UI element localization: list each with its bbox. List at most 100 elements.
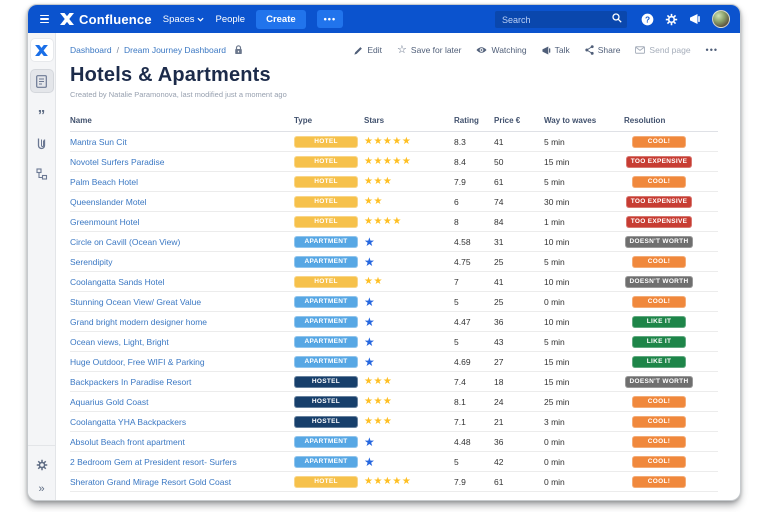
resolution-cell: COOL! bbox=[624, 135, 694, 148]
sidebar-pages-icon[interactable] bbox=[31, 70, 53, 92]
resolution-cell: COOL! bbox=[624, 475, 694, 488]
share-button[interactable]: Share bbox=[585, 45, 621, 55]
rating-cell: 5 bbox=[454, 337, 494, 347]
save-for-later-button[interactable]: ☆ Save for later bbox=[397, 45, 461, 55]
hamburger-menu-icon[interactable] bbox=[40, 15, 49, 24]
hotel-name-link[interactable]: Palm Beach Hotel bbox=[70, 177, 138, 187]
way-to-waves-cell: 25 min bbox=[544, 397, 624, 407]
resolution-cell: TOO EXPENSIVE bbox=[624, 215, 694, 228]
search-input[interactable] bbox=[495, 11, 627, 28]
restrictions-lock-icon[interactable] bbox=[234, 45, 243, 55]
price-cell: 24 bbox=[494, 397, 544, 407]
price-cell: 41 bbox=[494, 137, 544, 147]
stars-cell: ★★★ bbox=[364, 377, 454, 387]
stars-cell: ★ bbox=[364, 237, 454, 247]
nav-people[interactable]: People bbox=[215, 14, 245, 25]
column-header-stars: Stars bbox=[364, 116, 454, 125]
resolution-badge: COOL! bbox=[632, 176, 686, 188]
type-cell: HOTEL bbox=[294, 215, 364, 228]
create-more-button[interactable]: ••• bbox=[317, 10, 343, 28]
table-row: Sheraton Grand Mirage Resort Gold Coast … bbox=[70, 472, 718, 492]
user-avatar[interactable] bbox=[712, 10, 730, 28]
hotel-name-link[interactable]: Ocean views, Light, Bright bbox=[70, 337, 169, 347]
hotel-name-link[interactable]: Queenslander Motel bbox=[70, 197, 147, 207]
type-badge: APARTMENT bbox=[294, 316, 358, 328]
page-byline: Created by Natalie Paramonova, last modi… bbox=[70, 90, 718, 99]
nav-spaces[interactable]: Spaces bbox=[163, 14, 205, 25]
hotel-name-link[interactable]: Novotel Surfers Paradise bbox=[70, 157, 165, 167]
hotel-name-link[interactable]: Backpackers In Paradise Resort bbox=[70, 377, 191, 387]
search-icon bbox=[612, 13, 622, 23]
way-to-waves-cell: 0 min bbox=[544, 437, 624, 447]
resolution-cell: COOL! bbox=[624, 395, 694, 408]
hotel-name-link[interactable]: Mantra Sun Cit bbox=[70, 137, 127, 147]
hotel-name-link[interactable]: Sheraton Grand Mirage Resort Gold Coast bbox=[70, 477, 231, 487]
edit-button[interactable]: Edit bbox=[354, 45, 382, 55]
type-cell: HOTEL bbox=[294, 475, 364, 488]
price-cell: 18 bbox=[494, 377, 544, 387]
hotel-name-link[interactable]: Coolangatta Sands Hotel bbox=[70, 277, 165, 287]
resolution-badge: COOL! bbox=[632, 136, 686, 148]
expand-sidebar-icon[interactable]: » bbox=[38, 484, 44, 494]
hotel-name-cell: Ocean views, Light, Bright bbox=[70, 337, 294, 347]
resolution-badge: TOO EXPENSIVE bbox=[626, 216, 693, 228]
type-cell: APARTMENT bbox=[294, 455, 364, 468]
hotel-name-cell: Circle on Cavill (Ocean View) bbox=[70, 237, 294, 247]
breadcrumb-dashboard-link[interactable]: Dashboard bbox=[70, 45, 112, 55]
confluence-logo[interactable]: Confluence bbox=[60, 12, 152, 27]
type-badge: HOSTEL bbox=[294, 416, 358, 428]
hotel-name-link[interactable]: Absolut Beach front apartment bbox=[70, 437, 185, 447]
hotel-name-link[interactable]: Greenmount Hotel bbox=[70, 217, 139, 227]
announcements-megaphone-icon[interactable] bbox=[689, 13, 701, 25]
hotel-name-link[interactable]: Huge Outdoor, Free WIFI & Parking bbox=[70, 357, 205, 367]
settings-gear-icon[interactable] bbox=[665, 13, 678, 26]
type-badge: HOTEL bbox=[294, 216, 358, 228]
resolution-cell: COOL! bbox=[624, 295, 694, 308]
table-body: Mantra Sun Cit HOTEL ★★★★★ 8.3 41 5 min … bbox=[70, 132, 718, 492]
way-to-waves-cell: 1 min bbox=[544, 217, 624, 227]
hotel-name-link[interactable]: Stunning Ocean View/ Great Value bbox=[70, 297, 201, 307]
talk-button[interactable]: Talk bbox=[542, 45, 570, 55]
hotel-name-link[interactable]: Coolangatta YHA Backpackers bbox=[70, 417, 186, 427]
page-content: Dashboard / Dream Journey Dashboard Edit… bbox=[56, 33, 740, 501]
stars-cell: ★ bbox=[364, 257, 454, 267]
send-page-button: Send page bbox=[635, 45, 690, 55]
hotel-name-cell: Absolut Beach front apartment bbox=[70, 437, 294, 447]
table-row: Novotel Surfers Paradise HOTEL ★★★★★ 8.4… bbox=[70, 152, 718, 172]
envelope-icon bbox=[635, 46, 645, 54]
sidebar-page-tree-icon[interactable] bbox=[31, 163, 53, 185]
table-row: Absolut Beach front apartment APARTMENT … bbox=[70, 432, 718, 452]
page-more-actions-button[interactable]: ••• bbox=[706, 45, 718, 55]
create-button[interactable]: Create bbox=[256, 10, 306, 29]
chevron-down-icon bbox=[197, 17, 204, 22]
sidebar-attachments-icon[interactable] bbox=[31, 132, 53, 154]
price-cell: 61 bbox=[494, 477, 544, 487]
hotel-name-link[interactable]: Aquarius Gold Coast bbox=[70, 397, 148, 407]
watching-button[interactable]: Watching bbox=[476, 45, 526, 55]
column-header-name: Name bbox=[70, 116, 294, 125]
sidebar-space-logo[interactable] bbox=[31, 39, 53, 61]
space-settings-gear-icon[interactable] bbox=[31, 454, 53, 476]
pencil-icon bbox=[354, 46, 363, 55]
space-sidebar: ” bbox=[28, 33, 56, 501]
way-to-waves-cell: 10 min bbox=[544, 237, 624, 247]
resolution-cell: COOL! bbox=[624, 415, 694, 428]
help-icon[interactable]: ? bbox=[641, 13, 654, 26]
hotel-name-link[interactable]: Serendipity bbox=[70, 257, 113, 267]
way-to-waves-cell: 0 min bbox=[544, 297, 624, 307]
breadcrumb-current-link[interactable]: Dream Journey Dashboard bbox=[124, 45, 226, 55]
way-to-waves-cell: 5 min bbox=[544, 137, 624, 147]
resolution-badge: DOESN'T WORTH bbox=[625, 236, 694, 248]
type-badge: HOSTEL bbox=[294, 376, 358, 388]
way-to-waves-cell: 30 min bbox=[544, 197, 624, 207]
way-to-waves-cell: 15 min bbox=[544, 377, 624, 387]
hotel-name-link[interactable]: 2 Bedroom Gem at President resort- Surfe… bbox=[70, 457, 237, 467]
resolution-badge: DOESN'T WORTH bbox=[625, 376, 694, 388]
sidebar-quotes-icon[interactable]: ” bbox=[31, 101, 53, 123]
hotel-name-cell: Queenslander Motel bbox=[70, 197, 294, 207]
hotel-name-link[interactable]: Grand bright modern designer home bbox=[70, 317, 207, 327]
hotel-name-link[interactable]: Circle on Cavill (Ocean View) bbox=[70, 237, 180, 247]
price-cell: 41 bbox=[494, 277, 544, 287]
way-to-waves-cell: 10 min bbox=[544, 317, 624, 327]
column-header-type: Type bbox=[294, 116, 364, 125]
